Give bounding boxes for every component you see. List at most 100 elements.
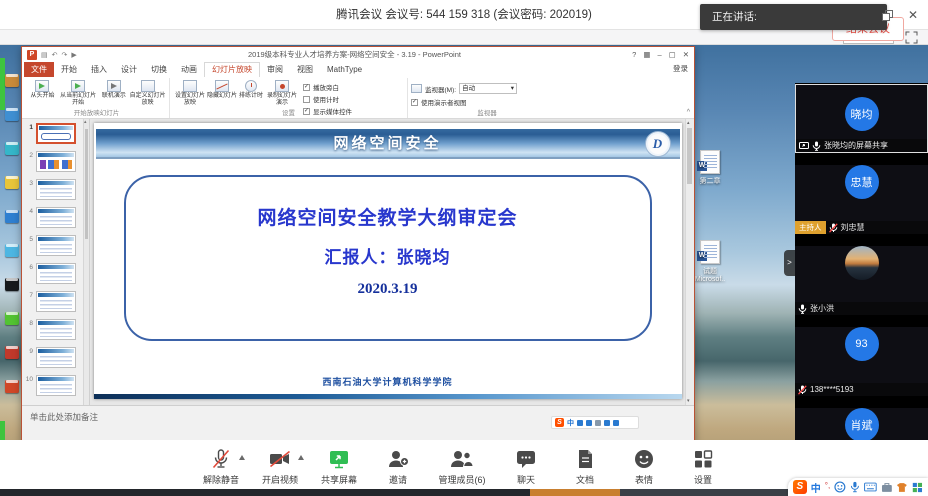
slide-thumbnail[interactable]: 10 xyxy=(25,375,79,396)
from-beginning-button[interactable]: 从头开始 xyxy=(27,79,58,100)
chinese-mode-icon[interactable]: 中 xyxy=(567,418,574,428)
restore-window-icon[interactable] xyxy=(882,10,892,20)
start-video-button[interactable]: 开启视频 xyxy=(255,448,305,486)
keyboard-icon[interactable] xyxy=(864,482,877,492)
participant-tile[interactable]: 93 138****5193 xyxy=(795,327,928,396)
desktop-icon[interactable] xyxy=(5,74,19,87)
documents-button[interactable]: 文档 xyxy=(560,448,610,486)
maximize-icon[interactable]: ▢ xyxy=(669,50,676,59)
desktop-icon[interactable] xyxy=(5,312,19,325)
manage-members-button[interactable]: 管理成员(6) xyxy=(432,448,492,486)
slide-thumbnail[interactable]: 2 xyxy=(25,151,79,172)
ppt-close-icon[interactable]: ✕ xyxy=(683,50,689,59)
monitor-select[interactable]: 自动▾ xyxy=(459,83,517,94)
redo-icon[interactable]: ↷ xyxy=(62,51,68,59)
desktop-icon[interactable] xyxy=(5,278,19,291)
taskbar-edge xyxy=(0,489,788,496)
hide-slide-button[interactable]: 隐藏幻灯片 xyxy=(207,79,237,100)
scroll-up-icon[interactable]: ▴ xyxy=(687,120,690,126)
slide-thumbnail[interactable]: 1 xyxy=(25,123,79,144)
collapse-ribbon-icon[interactable]: ^ xyxy=(687,109,690,116)
close-window-icon[interactable]: ✕ xyxy=(908,9,918,21)
emoji-button[interactable]: 表情 xyxy=(619,448,669,486)
settings-button[interactable]: 设置 xyxy=(678,448,728,486)
participant-tile[interactable]: 忠慧 主持人 刘忠慧 xyxy=(795,165,928,234)
scroll-down-icon[interactable]: ▾ xyxy=(687,398,690,404)
tab-home[interactable]: 开始 xyxy=(54,62,84,77)
fullscreen-icon[interactable] xyxy=(905,31,918,44)
undo-icon[interactable]: ↶ xyxy=(52,51,58,59)
slideshow-icon[interactable]: ▶ xyxy=(71,51,76,59)
ime-icon[interactable] xyxy=(586,420,592,426)
slide-thumbnail[interactable]: 5 xyxy=(25,235,79,256)
ribbon-group-start-slideshow: 从头开始 从当前幻灯片开始 联机演示 自定义幻灯片放映 开始放映幻灯片 xyxy=(24,78,170,118)
slide-thumbnail[interactable]: 9 xyxy=(25,347,79,368)
ime-icon[interactable] xyxy=(613,420,619,426)
record-slideshow-button[interactable]: 录制幻灯片演示 xyxy=(265,79,299,107)
minimize-icon[interactable]: – xyxy=(657,50,661,59)
settings-grid-icon xyxy=(692,448,714,470)
tab-animations[interactable]: 动画 xyxy=(174,62,204,77)
grid-icon[interactable] xyxy=(912,482,923,493)
save-icon[interactable]: ▤ xyxy=(41,51,48,59)
slide-canvas[interactable]: 网络空间安全 D 网络空间安全教学大纲审定会 汇报人：张晓均 2020.3.19… xyxy=(94,123,682,399)
unmute-button[interactable]: 解除静音 xyxy=(196,448,246,486)
tab-insert[interactable]: 插入 xyxy=(84,62,114,77)
play-narrations-checkbox[interactable]: ✓播放旁白 xyxy=(303,82,352,92)
voice-input-icon[interactable] xyxy=(850,481,860,493)
ime-icon[interactable] xyxy=(595,420,601,426)
desktop-icon[interactable] xyxy=(5,244,19,257)
slide-thumbnail[interactable]: 6 xyxy=(25,263,79,284)
help-icon[interactable]: ? xyxy=(632,50,636,59)
chinese-mode-icon[interactable]: 中 xyxy=(811,480,821,495)
notes-pane[interactable]: 单击此处添加备注 S 中 xyxy=(22,405,694,443)
slide-scrollbar[interactable]: ▴ ▾ xyxy=(685,119,694,405)
ime-mini-toolbar[interactable]: S 中 xyxy=(551,416,639,429)
tab-design[interactable]: 设计 xyxy=(114,62,144,77)
tab-view[interactable]: 视图 xyxy=(290,62,320,77)
share-screen-button[interactable]: 共享屏幕 xyxy=(314,448,364,486)
caret-up-icon[interactable] xyxy=(239,455,245,460)
caret-up-icon[interactable] xyxy=(298,455,304,460)
skin-icon[interactable] xyxy=(896,482,908,493)
punctuation-icon[interactable]: °, xyxy=(825,481,830,490)
rehearse-timings-button[interactable]: 排练计时 xyxy=(237,79,265,100)
ime-icon[interactable] xyxy=(604,420,610,426)
chat-button[interactable]: 聊天 xyxy=(501,448,551,486)
presenter-view-checkbox[interactable]: ✓使用演示者视图 xyxy=(411,97,467,107)
slide-thumbnail[interactable]: 7 xyxy=(25,291,79,312)
desktop-icon[interactable] xyxy=(5,142,19,155)
slide-thumbnail[interactable]: 4 xyxy=(25,207,79,228)
slide-thumbnail[interactable]: 8 xyxy=(25,319,79,340)
use-timings-checkbox[interactable]: 使用计时 xyxy=(303,94,352,104)
ribbon-options-icon[interactable]: ▦ xyxy=(643,50,650,59)
present-online-button[interactable]: 联机演示 xyxy=(98,79,129,100)
desktop-icon[interactable] xyxy=(5,346,19,359)
quick-access-toolbar[interactable]: ▤ ↶ ↷▶ xyxy=(41,51,77,59)
setup-slideshow-button[interactable]: 设置幻灯片放映 xyxy=(173,79,207,107)
desktop-icon[interactable] xyxy=(5,108,19,121)
ime-icon[interactable] xyxy=(577,420,583,426)
from-current-slide-button[interactable]: 从当前幻灯片开始 xyxy=(58,79,99,107)
desktop-icon[interactable] xyxy=(5,380,19,393)
participant-tile[interactable]: 张小洪 xyxy=(795,246,928,315)
tab-mathtype[interactable]: MathType xyxy=(320,62,369,77)
emoji-icon[interactable] xyxy=(834,481,846,493)
participant-label: 刘忠慧 xyxy=(841,222,865,233)
invite-button[interactable]: 邀请 xyxy=(373,448,423,486)
desktop-icon[interactable] xyxy=(5,176,19,189)
tab-file[interactable]: 文件 xyxy=(24,62,54,77)
toolbox-icon[interactable] xyxy=(881,482,893,493)
slide-thumbnail[interactable]: 3 xyxy=(25,179,79,200)
sidebar-collapse-handle[interactable]: > xyxy=(784,250,795,276)
participant-tile[interactable]: 晓均 张晓均的屏幕共享 xyxy=(795,84,928,153)
thumbnail-scrollbar[interactable] xyxy=(83,119,89,405)
desktop-icon[interactable] xyxy=(5,210,19,223)
tab-transitions[interactable]: 切换 xyxy=(144,62,174,77)
sogou-logo-icon[interactable]: S xyxy=(555,418,564,427)
sogou-logo-icon[interactable]: S xyxy=(793,480,807,494)
custom-slideshow-button[interactable]: 自定义幻灯片放映 xyxy=(129,79,166,107)
tab-review[interactable]: 审阅 xyxy=(260,62,290,77)
checkbox-checked-icon: ✓ xyxy=(411,99,418,106)
tab-slideshow[interactable]: 幻灯片放映 xyxy=(204,62,260,77)
